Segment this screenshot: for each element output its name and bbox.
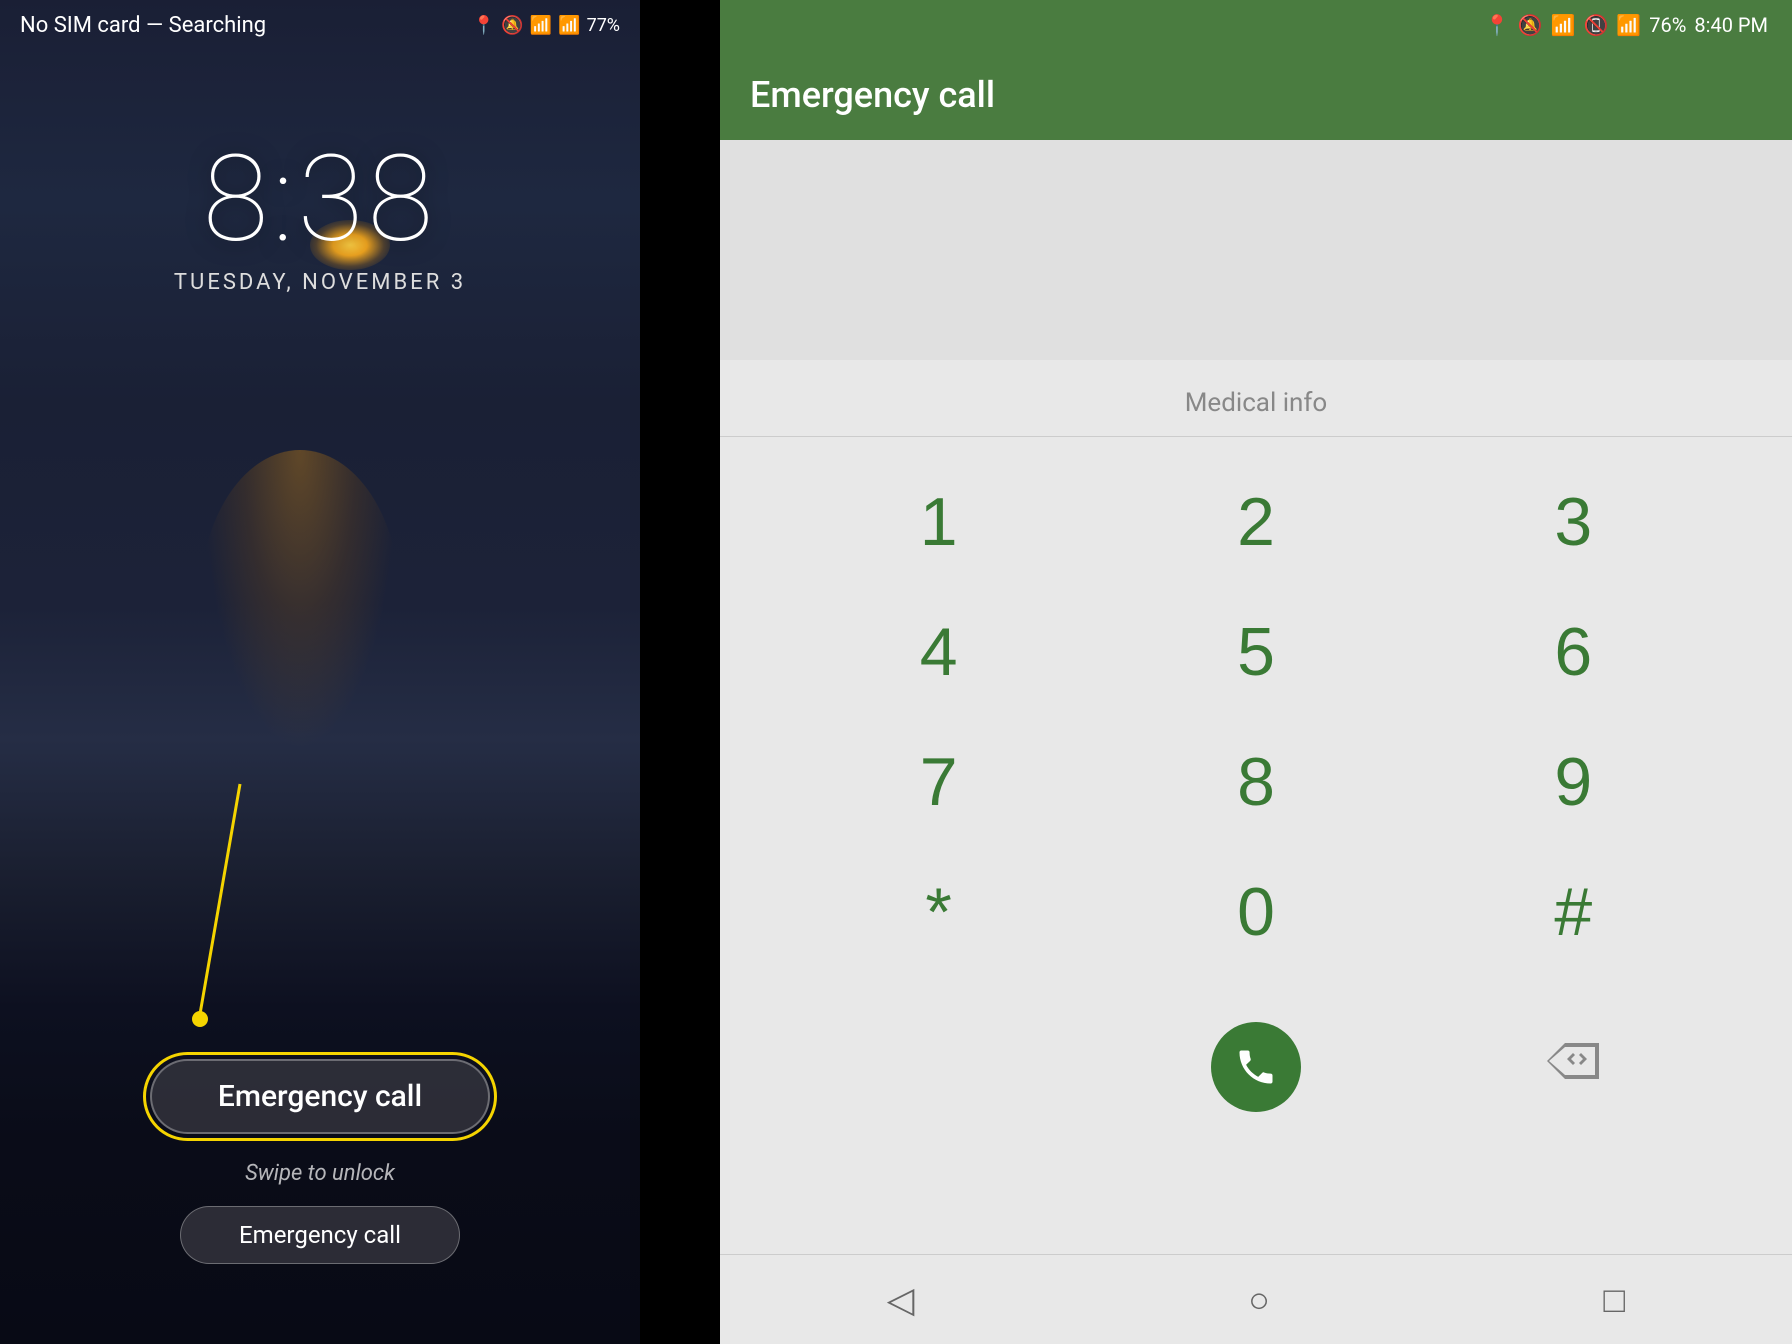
key-7[interactable]: 7 <box>780 717 1097 847</box>
carrier-text: No SIM card — Searching <box>20 13 266 38</box>
delete-button-container <box>1415 1007 1732 1127</box>
back-button[interactable]: ◁ <box>887 1279 915 1321</box>
location-icon: 📍 <box>473 15 495 36</box>
water-reflection <box>200 450 400 750</box>
battery-right: 76% <box>1649 13 1686 37</box>
keypad: 1 2 3 4 5 6 7 8 9 * 0 # <box>720 437 1792 997</box>
status-icons-left: 📍 🔕 📶 📶 77% <box>473 15 620 36</box>
recents-button[interactable]: □ <box>1603 1279 1625 1321</box>
key-5[interactable]: 5 <box>1097 587 1414 717</box>
delete-button[interactable] <box>1543 1038 1603 1096</box>
action-left-empty <box>780 1007 1097 1127</box>
key-0[interactable]: 0 <box>1097 847 1414 977</box>
sound-icon-right: 🔕 <box>1518 13 1543 37</box>
annotation-arrow <box>120 774 320 1054</box>
swipe-to-unlock-text: Swipe to unlock <box>245 1161 395 1186</box>
phone-gap <box>640 0 720 1344</box>
signal-blocked-icon: 📵 <box>1583 13 1608 37</box>
status-bar-left: No SIM card — Searching 📍 🔕 📶 📶 77% <box>0 0 640 50</box>
signal-icon: 📶 <box>558 15 580 36</box>
dialer-actions <box>720 997 1792 1147</box>
home-button[interactable]: ○ <box>1248 1279 1270 1321</box>
call-button-container <box>1097 1007 1414 1127</box>
status-icons-right: 📍 🔕 📶 📵 📶 76% 8:40 PM <box>1485 13 1768 37</box>
left-phone: No SIM card — Searching 📍 🔕 📶 📶 77% 8:38… <box>0 0 640 1344</box>
key-1[interactable]: 1 <box>780 457 1097 587</box>
phone-icon <box>1234 1045 1278 1089</box>
wifi-icon: 📶 <box>530 15 552 36</box>
app-header: Emergency call <box>720 50 1792 140</box>
emergency-call-highlight-box: Emergency call <box>143 1052 497 1141</box>
sound-icon: 🔕 <box>501 15 523 36</box>
key-hash[interactable]: # <box>1415 847 1732 977</box>
status-bar-right: 📍 🔕 📶 📵 📶 76% 8:40 PM <box>720 0 1792 50</box>
clock-time: 8:38 <box>0 140 640 260</box>
app-header-title: Emergency call <box>750 74 995 116</box>
key-3[interactable]: 3 <box>1415 457 1732 587</box>
time-right: 8:40 PM <box>1694 13 1768 37</box>
emergency-call-large-button[interactable]: Emergency call <box>150 1059 490 1134</box>
key-9[interactable]: 9 <box>1415 717 1732 847</box>
battery-text: 77% <box>587 15 620 36</box>
right-phone: 📍 🔕 📶 📵 📶 76% 8:40 PM Emergency call Med… <box>720 0 1792 1344</box>
clock-date: TUESDAY, NOVEMBER 3 <box>0 270 640 295</box>
wifi-icon-right: 📶 <box>1551 13 1576 37</box>
medical-info-link[interactable]: Medical info <box>720 360 1792 437</box>
clock-area: 8:38 TUESDAY, NOVEMBER 3 <box>0 140 640 295</box>
key-2[interactable]: 2 <box>1097 457 1414 587</box>
key-6[interactable]: 6 <box>1415 587 1732 717</box>
call-button[interactable] <box>1211 1022 1301 1112</box>
emergency-call-small-button[interactable]: Emergency call <box>180 1206 460 1264</box>
key-star[interactable]: * <box>780 847 1097 977</box>
backspace-icon <box>1543 1039 1603 1083</box>
signal-bars-right: 📶 <box>1616 13 1641 37</box>
nav-bar: ◁ ○ □ <box>720 1254 1792 1344</box>
key-4[interactable]: 4 <box>780 587 1097 717</box>
key-8[interactable]: 8 <box>1097 717 1414 847</box>
location-icon-right: 📍 <box>1485 13 1510 37</box>
dialer-body: Medical info 1 2 3 4 5 6 7 8 9 * 0 # <box>720 140 1792 1147</box>
dialer-display <box>720 140 1792 360</box>
lockscreen-bottom: Emergency call Swipe to unlock Emergency… <box>0 1052 640 1264</box>
